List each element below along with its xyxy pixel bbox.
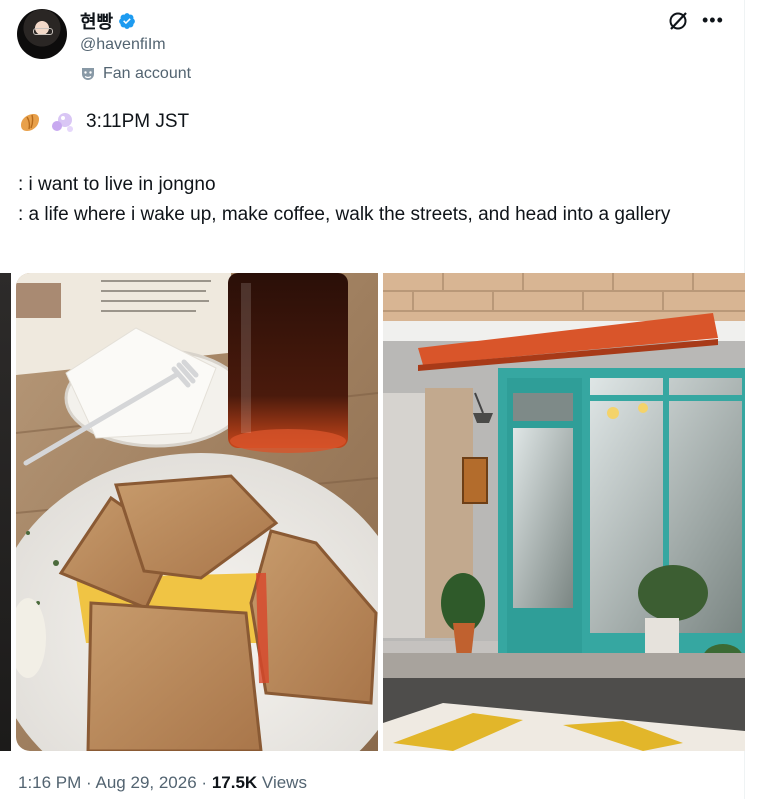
display-name[interactable]: 현빵 [80,8,136,34]
more-horizontal-icon[interactable]: ••• [702,10,723,30]
media-photo-storefront[interactable] [383,273,745,751]
fan-account-mask-icon [82,68,94,80]
tweet-line: : i want to live in jongno [18,174,216,195]
previous-media-sliver[interactable] [0,273,11,751]
toast-photo [16,273,378,751]
meta-separator: · [86,773,92,792]
fan-account-label: Fan account [80,65,191,83]
tweet-meta: 1:16 PM · Aug 29, 2026 · 17.5K Views [18,773,307,793]
verified-badge-icon[interactable] [118,12,136,30]
tweet-line: : a life where i wake up, make coffee, w… [18,204,671,225]
avatar[interactable] [17,9,67,59]
meta-separator: · [201,773,208,792]
tweet-date[interactable]: Aug 29, 2026 [96,773,197,792]
display-name-text: 현빵 [80,12,114,32]
handle[interactable]: @havenfiIm [80,36,166,54]
views-count: 17.5K [211,773,258,792]
tweet-time-text: 3:11PM JST [86,111,190,132]
media-photo-toast[interactable] [16,273,378,751]
croissant-emoji-icon [21,114,39,131]
storefront-photo [383,273,745,751]
tweet-text: : i want to live in jongno : a life wher… [18,170,718,230]
views-label: Views [261,773,307,792]
bubbles-emoji-icon [52,113,73,132]
tweet-first-line: 3:11PM JST [18,110,189,134]
tweet-time[interactable]: 1:16 PM [18,773,81,792]
fan-account-text: Fan account [103,65,192,82]
slash-circle-icon[interactable] [667,10,689,32]
